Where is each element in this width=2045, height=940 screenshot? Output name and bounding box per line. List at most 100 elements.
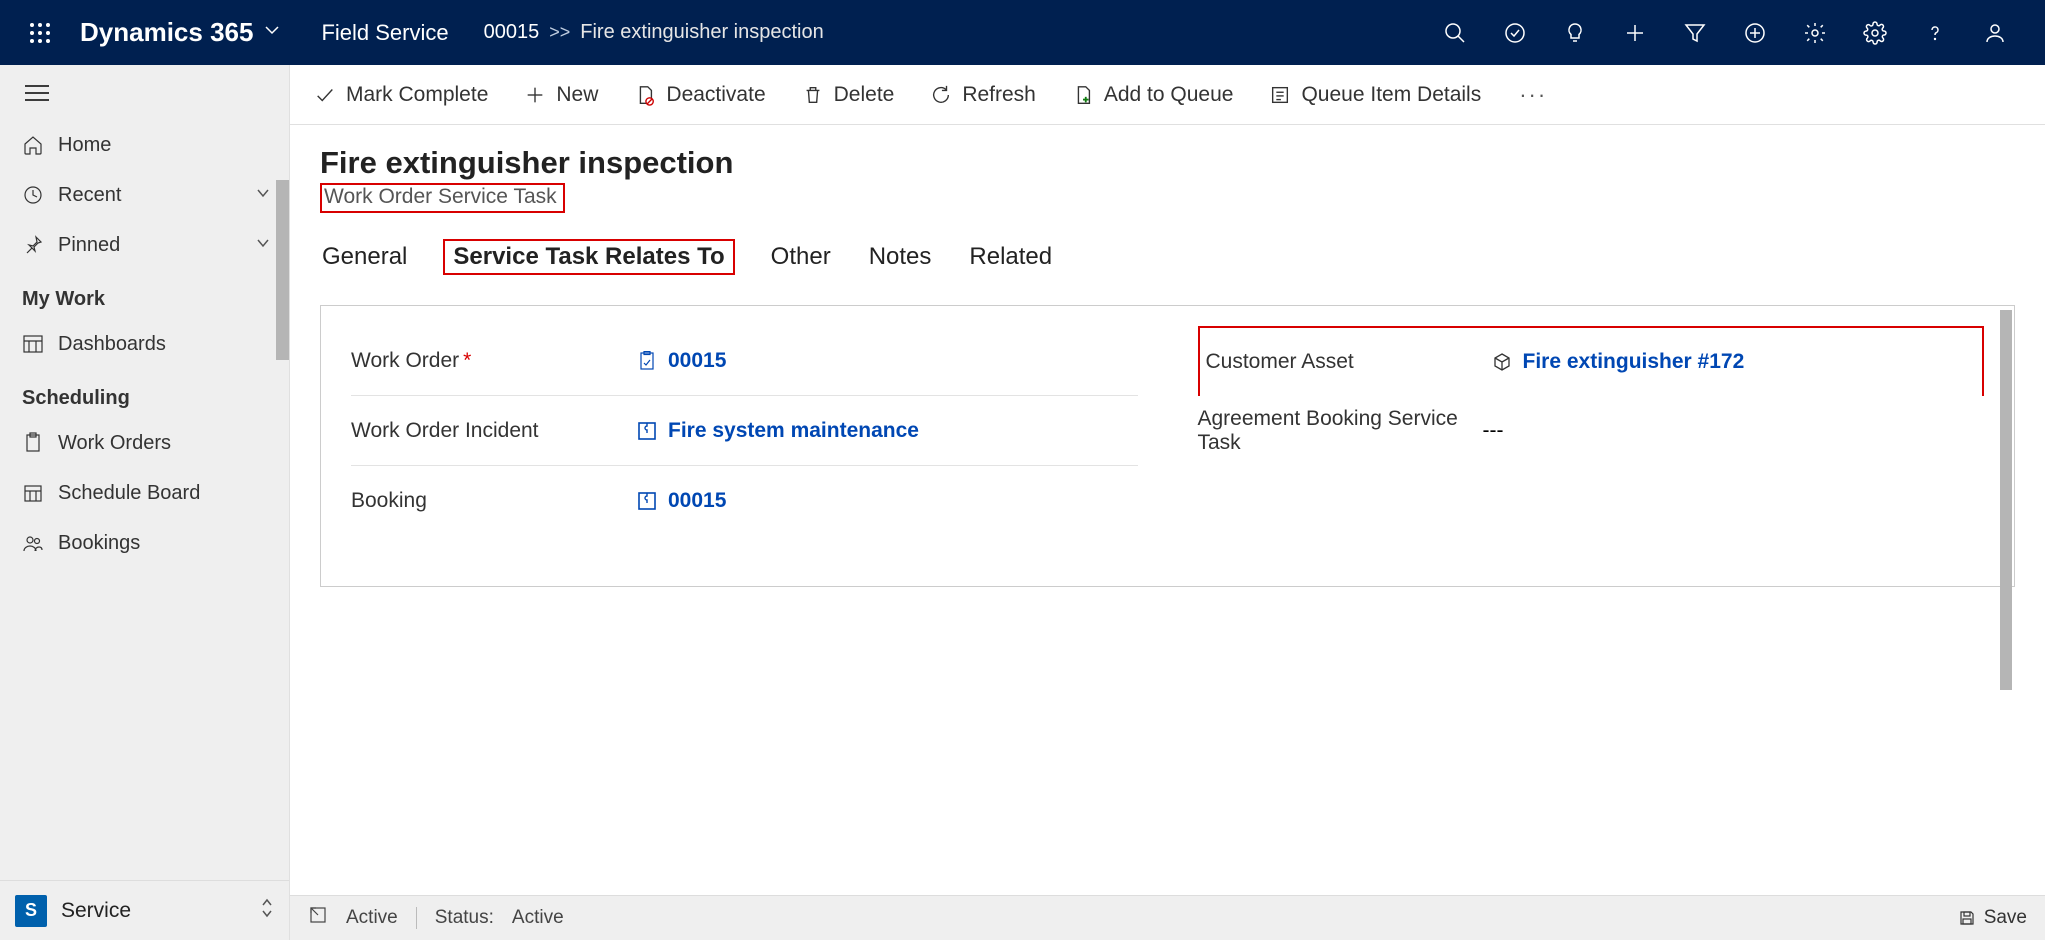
- top-header: Dynamics 365 Field Service 00015 >> Fire…: [0, 0, 2045, 65]
- status-label: Status:: [435, 907, 494, 929]
- form-scrollbar[interactable]: [2000, 310, 2012, 690]
- gear-icon[interactable]: [1785, 0, 1845, 65]
- settings-gear-icon[interactable]: [1845, 0, 1905, 65]
- tab-service-task-relates-to[interactable]: Service Task Relates To: [443, 239, 734, 275]
- status-bar: Active Status: Active Save: [290, 895, 2045, 940]
- nav-schedule-board[interactable]: Schedule Board: [0, 468, 289, 518]
- puzzle-icon: [636, 490, 658, 512]
- hamburger-icon[interactable]: [0, 65, 289, 120]
- module-name[interactable]: Field Service: [321, 20, 448, 46]
- main: Mark Complete New Deactivate Delete Refr…: [290, 65, 2045, 940]
- area-badge: S: [15, 895, 47, 927]
- nav-pinned[interactable]: Pinned: [0, 220, 289, 270]
- people-icon: [22, 532, 58, 554]
- puzzle-icon: [636, 420, 658, 442]
- app-launcher-icon[interactable]: [20, 22, 60, 44]
- nav-recent[interactable]: Recent: [0, 170, 289, 220]
- work-order-label: Work Order*: [351, 349, 636, 373]
- nav-bookings[interactable]: Bookings: [0, 518, 289, 568]
- field-agreement-booking: Agreement Booking Service Task ---: [1198, 396, 1985, 466]
- task-checkmark-icon[interactable]: [1485, 0, 1545, 65]
- status-value: Active: [512, 907, 564, 929]
- sidebar-scrollbar[interactable]: [276, 180, 289, 360]
- brand-name[interactable]: Dynamics 365: [80, 17, 253, 48]
- field-work-order-incident: Work Order Incident Fire system maintena…: [351, 396, 1138, 466]
- breadcrumb-id[interactable]: 00015: [484, 21, 540, 44]
- nav-home[interactable]: Home: [0, 120, 289, 170]
- queue-item-details-label: Queue Item Details: [1301, 83, 1481, 107]
- pin-icon: [22, 234, 58, 256]
- mark-complete-label: Mark Complete: [346, 83, 488, 107]
- tab-related[interactable]: Related: [967, 239, 1054, 275]
- clipboard-icon: [22, 432, 58, 454]
- package-icon: [1491, 351, 1513, 373]
- user-icon[interactable]: [1965, 0, 2025, 65]
- tabs: General Service Task Relates To Other No…: [320, 239, 2015, 275]
- search-icon[interactable]: [1425, 0, 1485, 65]
- area-switcher[interactable]: S Service: [0, 880, 289, 940]
- calendar-icon: [22, 482, 58, 504]
- tab-notes[interactable]: Notes: [867, 239, 934, 275]
- delete-button[interactable]: Delete: [798, 77, 899, 113]
- dashboard-icon: [22, 333, 58, 355]
- add-to-queue-label: Add to Queue: [1104, 83, 1234, 107]
- breadcrumb-title: Fire extinguisher inspection: [580, 21, 823, 44]
- chevron-down-icon: [255, 235, 271, 256]
- section-mywork: My Work: [0, 270, 289, 319]
- sidebar: Home Recent Pinned My Work Dashboards Sc…: [0, 65, 290, 940]
- work-order-value[interactable]: 00015: [636, 349, 726, 373]
- tab-general[interactable]: General: [320, 239, 409, 275]
- work-order-incident-label: Work Order Incident: [351, 419, 636, 443]
- work-order-incident-value[interactable]: Fire system maintenance: [636, 419, 919, 443]
- save-icon: [1958, 909, 1976, 927]
- nav-dashboards-label: Dashboards: [58, 333, 271, 356]
- chevron-down-icon: [255, 185, 271, 206]
- mark-complete-button[interactable]: Mark Complete: [310, 77, 492, 113]
- delete-label: Delete: [834, 83, 895, 107]
- form-col-right: Customer Asset Fire extinguisher #172 Ag…: [1198, 326, 1985, 536]
- clipboard-icon: [636, 350, 658, 372]
- nav-schedule-board-label: Schedule Board: [58, 482, 271, 505]
- status-state: Active: [346, 907, 398, 929]
- lightbulb-icon[interactable]: [1545, 0, 1605, 65]
- customer-asset-value[interactable]: Fire extinguisher #172: [1491, 350, 1745, 374]
- nav-dashboards[interactable]: Dashboards: [0, 319, 289, 369]
- more-commands-icon[interactable]: ···: [1513, 82, 1553, 108]
- field-booking: Booking 00015: [351, 466, 1138, 536]
- updown-icon: [260, 897, 274, 924]
- refresh-label: Refresh: [962, 83, 1036, 107]
- form-panel: Work Order* 00015 Work Order Incident Fi…: [320, 305, 2015, 587]
- plus-icon[interactable]: [1605, 0, 1665, 65]
- add-to-queue-button[interactable]: Add to Queue: [1068, 77, 1238, 113]
- home-icon: [22, 134, 58, 156]
- add-circle-icon[interactable]: [1725, 0, 1785, 65]
- field-customer-asset: Customer Asset Fire extinguisher #172: [1198, 326, 1985, 396]
- nav-recent-label: Recent: [58, 184, 255, 207]
- customer-asset-label: Customer Asset: [1206, 350, 1491, 374]
- booking-value[interactable]: 00015: [636, 489, 726, 513]
- booking-label: Booking: [351, 489, 636, 513]
- nav-bookings-label: Bookings: [58, 532, 271, 555]
- refresh-button[interactable]: Refresh: [926, 77, 1040, 113]
- record-area: Fire extinguisher inspection Work Order …: [290, 125, 2045, 895]
- new-button[interactable]: New: [520, 77, 602, 113]
- queue-item-details-button[interactable]: Queue Item Details: [1265, 77, 1485, 113]
- agreement-booking-label: Agreement Booking Service Task: [1198, 407, 1483, 455]
- section-scheduling: Scheduling: [0, 369, 289, 418]
- nav-work-orders[interactable]: Work Orders: [0, 418, 289, 468]
- nav-home-label: Home: [58, 134, 271, 157]
- deactivate-button[interactable]: Deactivate: [630, 77, 769, 113]
- save-button[interactable]: Save: [1958, 907, 2027, 929]
- status-separator: [416, 907, 417, 929]
- help-icon[interactable]: [1905, 0, 1965, 65]
- field-work-order: Work Order* 00015: [351, 326, 1138, 396]
- agreement-booking-value[interactable]: ---: [1483, 419, 1504, 443]
- record-entity-type: Work Order Service Task: [320, 183, 565, 213]
- filter-icon[interactable]: [1665, 0, 1725, 65]
- tab-other[interactable]: Other: [769, 239, 833, 275]
- area-label: Service: [61, 899, 260, 923]
- popout-icon[interactable]: [308, 905, 328, 931]
- deactivate-label: Deactivate: [666, 83, 765, 107]
- nav-pinned-label: Pinned: [58, 234, 255, 257]
- brand-chevron-icon[interactable]: [263, 21, 281, 44]
